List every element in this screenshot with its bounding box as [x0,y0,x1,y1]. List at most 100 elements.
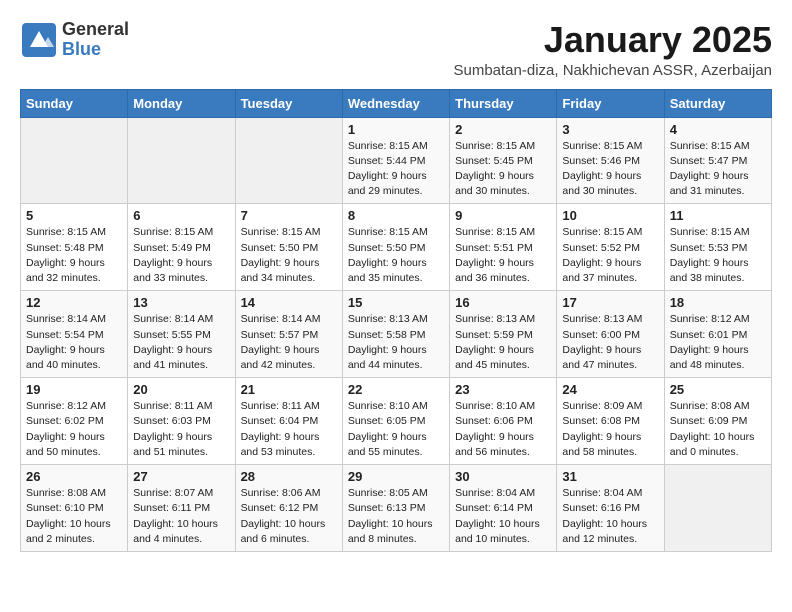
day-info: Sunrise: 8:15 AM Sunset: 5:50 PM Dayligh… [348,225,444,286]
calendar-cell: 19 Sunrise: 8:12 AM Sunset: 6:02 PM Dayli… [21,378,128,465]
day-number: 12 [26,295,122,310]
day-number: 3 [562,122,658,137]
day-info: Sunrise: 8:06 AM Sunset: 6:12 PM Dayligh… [241,486,337,547]
day-info: Sunrise: 8:04 AM Sunset: 6:14 PM Dayligh… [455,486,551,547]
day-number: 19 [26,382,122,397]
day-number: 9 [455,208,551,223]
calendar-cell: 8Sunrise: 8:15 AM Sunset: 5:50 PM Daylig… [342,204,449,291]
day-number: 26 [26,469,122,484]
location: Sumbatan-diza, Nakhichevan ASSR, Azerbai… [453,62,772,79]
calendar-cell: 27Sunrise: 8:07 AM Sunset: 6:11 PM Dayli… [128,465,235,552]
day-info: Sunrise: 8:08 AM Sunset: 6:10 PM Dayligh… [26,486,122,547]
day-number: 16 [455,295,551,310]
calendar-cell: 23 Sunrise: 8:10 AM Sunset: 6:06 PM Dayli… [450,378,557,465]
calendar-cell: 14 Sunrise: 8:14 AM Sunset: 5:57 PM Dayli… [235,291,342,378]
day-info: Sunrise: 8:10 AM Sunset: 6:05 PM Dayligh… [348,399,444,460]
calendar-cell: 26 Sunrise: 8:08 AM Sunset: 6:10 PM Dayli… [21,465,128,552]
day-number: 31 [562,469,658,484]
day-info: Sunrise: 8:12 AM Sunset: 6:02 PM Dayligh… [26,399,122,460]
day-number: 27 [133,469,229,484]
day-number: 17 [562,295,658,310]
day-number: 25 [670,382,766,397]
calendar-cell: 15 Sunrise: 8:13 AM Sunset: 5:58 PM Dayli… [342,291,449,378]
day-number: 23 [455,382,551,397]
day-info: Sunrise: 8:14 AM Sunset: 5:54 PM Dayligh… [26,312,122,373]
calendar-cell: 1 Sunrise: 8:15 AM Sunset: 5:44 PM Daylig… [342,117,449,204]
weekday-header-sunday: Sunday [21,89,128,117]
day-number: 18 [670,295,766,310]
calendar-header-row: SundayMondayTuesdayWednesdayThursdayFrid… [21,89,772,117]
calendar-cell: 9 Sunrise: 8:15 AM Sunset: 5:51 PM Daylig… [450,204,557,291]
day-info: Sunrise: 8:15 AM Sunset: 5:46 PM Dayligh… [562,139,658,200]
day-info: Sunrise: 8:09 AM Sunset: 6:08 PM Dayligh… [562,399,658,460]
weekday-header-thursday: Thursday [450,89,557,117]
calendar-cell [235,117,342,204]
calendar-cell: 30 Sunrise: 8:04 AM Sunset: 6:14 PM Dayli… [450,465,557,552]
calendar-cell: 17 Sunrise: 8:13 AM Sunset: 6:00 PM Dayli… [557,291,664,378]
day-number: 6 [133,208,229,223]
weekday-header-monday: Monday [128,89,235,117]
month-title: January 2025 [453,20,772,60]
day-info: Sunrise: 8:11 AM Sunset: 6:03 PM Dayligh… [133,399,229,460]
day-number: 4 [670,122,766,137]
day-info: Sunrise: 8:14 AM Sunset: 5:55 PM Dayligh… [133,312,229,373]
calendar-cell: 31 Sunrise: 8:04 AM Sunset: 6:16 PM Dayli… [557,465,664,552]
day-number: 10 [562,208,658,223]
calendar-week-5: 26 Sunrise: 8:08 AM Sunset: 6:10 PM Dayli… [21,465,772,552]
day-number: 30 [455,469,551,484]
day-info: Sunrise: 8:13 AM Sunset: 6:00 PM Dayligh… [562,312,658,373]
day-number: 28 [241,469,337,484]
day-info: Sunrise: 8:15 AM Sunset: 5:51 PM Dayligh… [455,225,551,286]
calendar-week-2: 5 Sunrise: 8:15 AM Sunset: 5:48 PM Daylig… [21,204,772,291]
calendar-week-4: 19 Sunrise: 8:12 AM Sunset: 6:02 PM Dayli… [21,378,772,465]
calendar-cell: 4Sunrise: 8:15 AM Sunset: 5:47 PM Daylig… [664,117,771,204]
day-info: Sunrise: 8:10 AM Sunset: 6:06 PM Dayligh… [455,399,551,460]
page-header: General Blue January 2025 Sumbatan-diza,… [20,20,772,79]
calendar-cell: 10 Sunrise: 8:15 AM Sunset: 5:52 PM Dayli… [557,204,664,291]
calendar-cell: 3 Sunrise: 8:15 AM Sunset: 5:46 PM Daylig… [557,117,664,204]
calendar-cell: 25Sunrise: 8:08 AM Sunset: 6:09 PM Dayli… [664,378,771,465]
day-number: 24 [562,382,658,397]
day-info: Sunrise: 8:11 AM Sunset: 6:04 PM Dayligh… [241,399,337,460]
logo-general: General [62,20,129,40]
day-number: 21 [241,382,337,397]
day-number: 13 [133,295,229,310]
calendar-cell: 5 Sunrise: 8:15 AM Sunset: 5:48 PM Daylig… [21,204,128,291]
day-info: Sunrise: 8:13 AM Sunset: 5:59 PM Dayligh… [455,312,551,373]
calendar-week-1: 1 Sunrise: 8:15 AM Sunset: 5:44 PM Daylig… [21,117,772,204]
calendar-cell: 6 Sunrise: 8:15 AM Sunset: 5:49 PM Daylig… [128,204,235,291]
calendar-cell: 12 Sunrise: 8:14 AM Sunset: 5:54 PM Dayli… [21,291,128,378]
day-number: 20 [133,382,229,397]
day-number: 11 [670,208,766,223]
weekday-header-tuesday: Tuesday [235,89,342,117]
day-info: Sunrise: 8:13 AM Sunset: 5:58 PM Dayligh… [348,312,444,373]
weekday-header-wednesday: Wednesday [342,89,449,117]
calendar-cell: 28 Sunrise: 8:06 AM Sunset: 6:12 PM Dayli… [235,465,342,552]
calendar-week-3: 12 Sunrise: 8:14 AM Sunset: 5:54 PM Dayli… [21,291,772,378]
day-number: 1 [348,122,444,137]
day-info: Sunrise: 8:04 AM Sunset: 6:16 PM Dayligh… [562,486,658,547]
calendar-cell: 20 Sunrise: 8:11 AM Sunset: 6:03 PM Dayli… [128,378,235,465]
day-info: Sunrise: 8:15 AM Sunset: 5:50 PM Dayligh… [241,225,337,286]
calendar-cell: 29Sunrise: 8:05 AM Sunset: 6:13 PM Dayli… [342,465,449,552]
day-number: 5 [26,208,122,223]
day-number: 22 [348,382,444,397]
day-info: Sunrise: 8:15 AM Sunset: 5:45 PM Dayligh… [455,139,551,200]
calendar-table: SundayMondayTuesdayWednesdayThursdayFrid… [20,89,772,552]
calendar-cell: 16 Sunrise: 8:13 AM Sunset: 5:59 PM Dayli… [450,291,557,378]
day-number: 14 [241,295,337,310]
day-info: Sunrise: 8:05 AM Sunset: 6:13 PM Dayligh… [348,486,444,547]
day-info: Sunrise: 8:15 AM Sunset: 5:49 PM Dayligh… [133,225,229,286]
day-number: 2 [455,122,551,137]
day-info: Sunrise: 8:15 AM Sunset: 5:52 PM Dayligh… [562,225,658,286]
calendar-cell: 22 Sunrise: 8:10 AM Sunset: 6:05 PM Dayli… [342,378,449,465]
day-info: Sunrise: 8:15 AM Sunset: 5:48 PM Dayligh… [26,225,122,286]
calendar-cell: 11Sunrise: 8:15 AM Sunset: 5:53 PM Dayli… [664,204,771,291]
day-info: Sunrise: 8:14 AM Sunset: 5:57 PM Dayligh… [241,312,337,373]
calendar-cell: 18Sunrise: 8:12 AM Sunset: 6:01 PM Dayli… [664,291,771,378]
calendar-cell: 13 Sunrise: 8:14 AM Sunset: 5:55 PM Dayli… [128,291,235,378]
calendar-cell: 21 Sunrise: 8:11 AM Sunset: 6:04 PM Dayli… [235,378,342,465]
logo-blue: Blue [62,40,129,60]
day-number: 15 [348,295,444,310]
day-info: Sunrise: 8:15 AM Sunset: 5:44 PM Dayligh… [348,139,444,200]
